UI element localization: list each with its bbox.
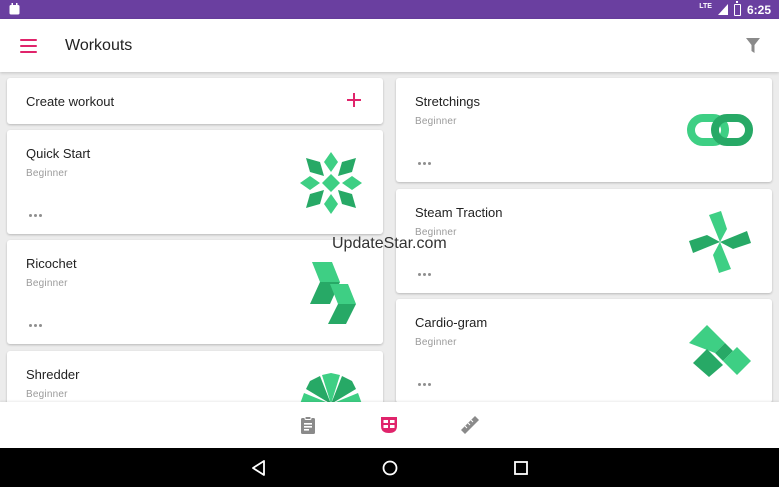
workout-card-steam-traction[interactable]: Steam Traction Beginner bbox=[396, 189, 772, 293]
bolt-shapes-icon bbox=[310, 262, 356, 324]
notification-icon bbox=[9, 3, 20, 15]
home-icon[interactable] bbox=[381, 459, 399, 477]
hamburger-menu-icon[interactable] bbox=[20, 39, 37, 53]
watermark-text: UpdateStar.com bbox=[332, 235, 447, 252]
workout-level: Beginner bbox=[26, 389, 68, 400]
filter-icon[interactable] bbox=[746, 38, 760, 53]
status-bar: LTE 6:25 bbox=[0, 0, 779, 19]
status-time: 6:25 bbox=[746, 2, 771, 17]
more-options-icon[interactable] bbox=[415, 160, 435, 168]
clipboard-icon[interactable] bbox=[299, 416, 317, 434]
workout-level: Beginner bbox=[26, 168, 68, 179]
more-options-icon[interactable] bbox=[26, 322, 46, 330]
burst-icon bbox=[300, 373, 362, 402]
workout-name: Shredder bbox=[26, 367, 80, 382]
more-options-icon[interactable] bbox=[415, 381, 435, 389]
chain-link-icon bbox=[687, 114, 753, 146]
workout-name: Stretchings bbox=[415, 94, 481, 109]
back-icon[interactable] bbox=[250, 459, 268, 477]
snowflake-icon bbox=[300, 152, 362, 214]
more-options-icon[interactable] bbox=[415, 271, 435, 279]
network-type-label: LTE bbox=[699, 3, 712, 10]
recents-icon[interactable] bbox=[512, 459, 530, 477]
workout-card-shredder[interactable]: Shredder Beginner bbox=[7, 351, 383, 402]
plus-icon[interactable] bbox=[347, 93, 361, 107]
bottom-navigation bbox=[0, 402, 779, 448]
workout-card-ricochet[interactable]: Ricochet Beginner bbox=[7, 240, 383, 344]
zigzag-icon bbox=[689, 325, 751, 377]
app-bar: Workouts bbox=[0, 19, 779, 72]
workout-card-stretchings[interactable]: Stretchings Beginner bbox=[396, 78, 772, 182]
workout-level: Beginner bbox=[26, 278, 68, 289]
page-title: Workouts bbox=[65, 37, 133, 54]
battery-icon bbox=[733, 0, 741, 16]
system-navigation-bar bbox=[0, 448, 779, 487]
workout-card-quick-start[interactable]: Quick Start Beginner bbox=[7, 130, 383, 234]
lte-signal-icon bbox=[717, 4, 728, 15]
workout-level: Beginner bbox=[415, 116, 457, 127]
workout-name: Cardio-gram bbox=[415, 315, 488, 330]
more-options-icon[interactable] bbox=[26, 212, 46, 220]
create-workout-label: Create workout bbox=[26, 94, 115, 109]
pinwheel-icon bbox=[689, 211, 751, 273]
workout-name: Quick Start bbox=[26, 146, 91, 161]
workout-name: Ricochet bbox=[26, 256, 77, 271]
workout-level: Beginner bbox=[415, 337, 457, 348]
ruler-icon[interactable] bbox=[461, 416, 479, 434]
workout-card-cardio-gram[interactable]: Cardio-gram Beginner bbox=[396, 299, 772, 402]
workout-name: Steam Traction bbox=[415, 205, 503, 220]
workouts-grid-icon[interactable] bbox=[380, 416, 398, 434]
create-workout-button[interactable]: Create workout bbox=[7, 78, 383, 124]
